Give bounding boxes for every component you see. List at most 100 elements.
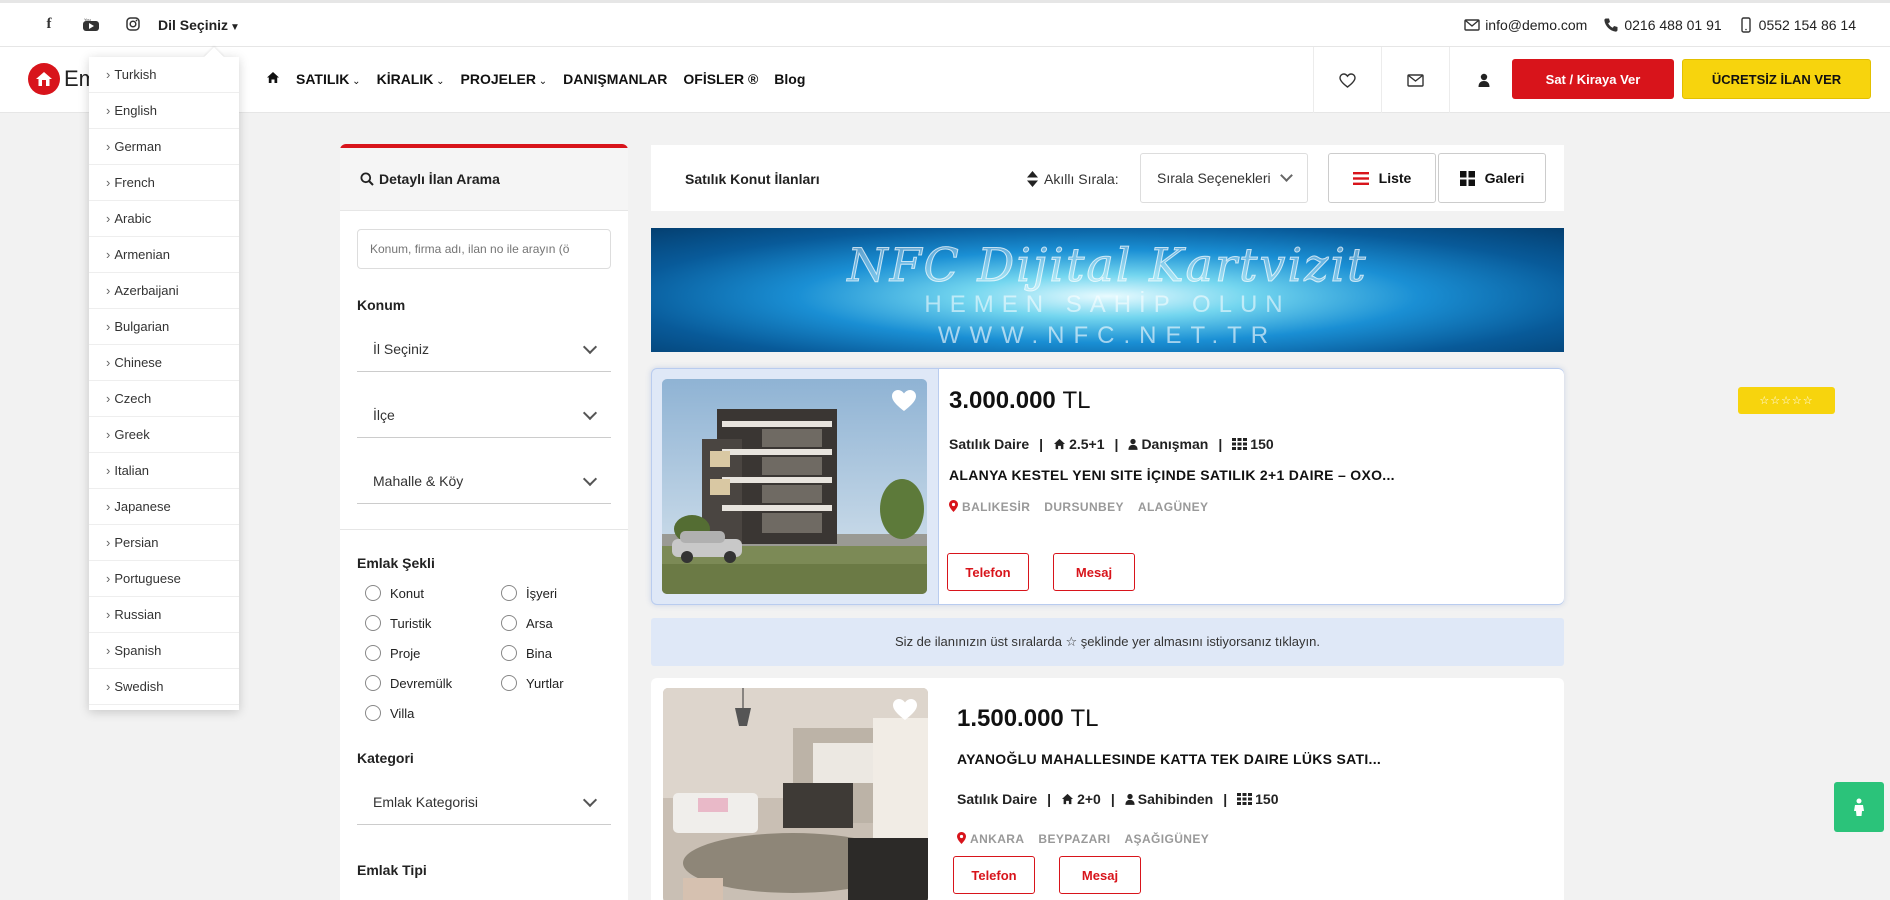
chevron-down-icon (582, 792, 598, 807)
chevron-right-icon: › (106, 499, 111, 514)
instagram-icon[interactable] (122, 13, 144, 35)
location-neighborhood[interactable]: AŞAĞIGÜNEY (1124, 832, 1209, 847)
listing-title[interactable]: ALANYA KESTEL YENI SITE İÇINDE SATILIK 2… (949, 467, 1395, 483)
listing-photo[interactable] (663, 688, 928, 900)
sell-rent-button[interactable]: Sat / Kiraya Ver (1512, 59, 1674, 99)
menu-satilik-label: SATILIK (296, 71, 350, 87)
language-option[interactable]: › German (89, 129, 239, 165)
phone-contact[interactable]: 0216 488 01 91 (1603, 17, 1722, 33)
language-option[interactable]: › English (89, 93, 239, 129)
top-bar: f You Dil Seçiniz ▼ info@demo.com 0216 48… (0, 0, 1890, 47)
messages-button[interactable] (1381, 47, 1449, 113)
language-option[interactable]: › Turkish (89, 57, 239, 93)
district-select[interactable]: İlçe (357, 393, 611, 438)
language-option[interactable]: › Spanish (89, 633, 239, 669)
radio-circle (501, 675, 517, 691)
message-button[interactable]: Mesaj (1053, 553, 1135, 591)
meta-separator: | (1110, 791, 1115, 807)
list-view-button[interactable]: Liste (1328, 153, 1436, 203)
language-option[interactable]: › French (89, 165, 239, 201)
language-select[interactable]: Dil Seçiniz ▼ (158, 17, 240, 33)
language-option[interactable]: › Persian (89, 525, 239, 561)
location-city[interactable]: BALIKESİR (962, 500, 1030, 515)
radio-konut[interactable]: Konut (365, 585, 424, 601)
menu-ofisler[interactable]: OFİSLER ® (683, 71, 758, 87)
location-neighborhood[interactable]: ALAGÜNEY (1138, 500, 1209, 515)
free-listing-button[interactable]: ÜCRETSİZ İLAN VER (1682, 59, 1871, 99)
language-option[interactable]: › Bulgarian (89, 309, 239, 345)
language-option[interactable]: › Czech (89, 381, 239, 417)
property-form-label: Emlak Şekli (357, 555, 435, 571)
gallery-view-button[interactable]: Galeri (1438, 153, 1546, 203)
featured-stars-badge[interactable]: ☆☆☆☆☆ (1738, 387, 1835, 414)
province-select[interactable]: İl Seçiniz (357, 327, 611, 372)
search-input[interactable] (357, 229, 611, 269)
listing-card-featured[interactable]: 3.000.000 TL ☆☆☆☆☆ Satılık Daire | 2.5+1 |… (651, 368, 1835, 605)
favorite-heart-icon[interactable] (891, 389, 917, 417)
location-city[interactable]: ANKARA (970, 832, 1024, 847)
user-account-button[interactable] (1449, 47, 1517, 113)
menu-danismanlar[interactable]: DANIŞMANLAR (563, 71, 667, 87)
owner-value: Danışman (1141, 436, 1209, 452)
ad-banner[interactable]: NFC Dijital Kartvizit HEMEN SAHİP OLUN W… (651, 228, 1564, 352)
youtube-icon[interactable]: You (80, 13, 102, 35)
language-option[interactable]: › Armenian (89, 237, 239, 273)
language-option[interactable]: › Greek (89, 417, 239, 453)
menu-kiralik[interactable]: KİRALIK ⌄ (377, 71, 445, 87)
email-contact[interactable]: info@demo.com (1464, 17, 1587, 33)
province-select-value: İl Seçiniz (373, 341, 430, 357)
home-icon (1062, 793, 1074, 805)
sort-select[interactable]: Sırala Seçenekleri (1140, 153, 1308, 203)
language-option[interactable]: › Arabic (89, 201, 239, 237)
radio-yurtlar[interactable]: Yurtlar (501, 675, 564, 691)
language-option[interactable]: › Italian (89, 453, 239, 489)
language-option[interactable]: › Swedish (89, 669, 239, 705)
listing-toolbar: Satılık Konut İlanları Akıllı Sırala: Sı… (651, 145, 1564, 211)
radio-isyeri[interactable]: İşyeri (501, 585, 557, 601)
social-links: f You (38, 13, 144, 35)
radio-label: Konut (390, 585, 424, 601)
message-button[interactable]: Mesaj (1059, 856, 1141, 894)
facebook-icon[interactable]: f (38, 13, 60, 35)
radio-bina[interactable]: Bina (501, 645, 552, 661)
neighborhood-select[interactable]: Mahalle & Köy (357, 459, 611, 504)
chevron-right-icon: › (106, 427, 111, 442)
radio-devremulk[interactable]: Devremülk (365, 675, 452, 691)
banner-subline: HEMEN SAHİP OLUN (924, 291, 1291, 318)
featured-promo-notice[interactable]: Siz de ilanınızın üst sıralarda ☆ şeklin… (651, 618, 1564, 666)
radio-arsa[interactable]: Arsa (501, 615, 553, 631)
smart-sort[interactable]: Akıllı Sırala: (1027, 171, 1119, 187)
location-district[interactable]: DURSUNBEY (1044, 500, 1124, 515)
mobile-contact[interactable]: 0552 154 86 14 (1738, 17, 1856, 33)
chevron-right-icon: › (106, 463, 111, 478)
radio-turistik[interactable]: Turistik (365, 615, 431, 631)
home-icon[interactable] (266, 71, 280, 87)
language-option[interactable]: › Russian (89, 597, 239, 633)
radio-villa[interactable]: Villa (365, 705, 414, 721)
location-district[interactable]: BEYPAZARI (1038, 832, 1110, 847)
listing-title[interactable]: AYANOĞLU MAHALLESINDE KATTA TEK DAIRE LÜ… (957, 751, 1381, 767)
language-option-label: French (114, 175, 155, 190)
language-option[interactable]: › Japanese (89, 489, 239, 525)
category-select[interactable]: Emlak Kategorisi (357, 780, 611, 825)
chevron-right-icon: › (106, 391, 111, 406)
language-option[interactable]: › Chinese (89, 345, 239, 381)
list-icon (1352, 171, 1369, 185)
chevron-right-icon: › (106, 67, 111, 82)
site-logo[interactable]: Em (28, 63, 97, 95)
favorites-button[interactable] (1313, 47, 1381, 113)
radio-proje[interactable]: Proje (365, 645, 420, 661)
favorite-heart-icon[interactable] (892, 698, 918, 726)
menu-blog[interactable]: Blog (774, 71, 805, 87)
language-option[interactable]: › Portuguese (89, 561, 239, 597)
listing-meta: Satılık Daire | 2+0 | Sahibinden | 150 (957, 791, 1278, 807)
phone-button[interactable]: Telefon (953, 856, 1035, 894)
menu-satilik[interactable]: SATILIK ⌄ (296, 71, 361, 87)
phone-button[interactable]: Telefon (947, 553, 1029, 591)
language-option[interactable]: › Azerbaijani (89, 273, 239, 309)
listing-photo[interactable] (662, 379, 927, 594)
listing-card[interactable]: 1.500.000 TL AYANOĞLU MAHALLESINDE KATTA… (651, 678, 1564, 900)
menu-projeler[interactable]: PROJELER ⌄ (461, 71, 548, 87)
chevron-down-icon (582, 339, 598, 354)
scroll-to-top-button[interactable] (1834, 782, 1884, 832)
